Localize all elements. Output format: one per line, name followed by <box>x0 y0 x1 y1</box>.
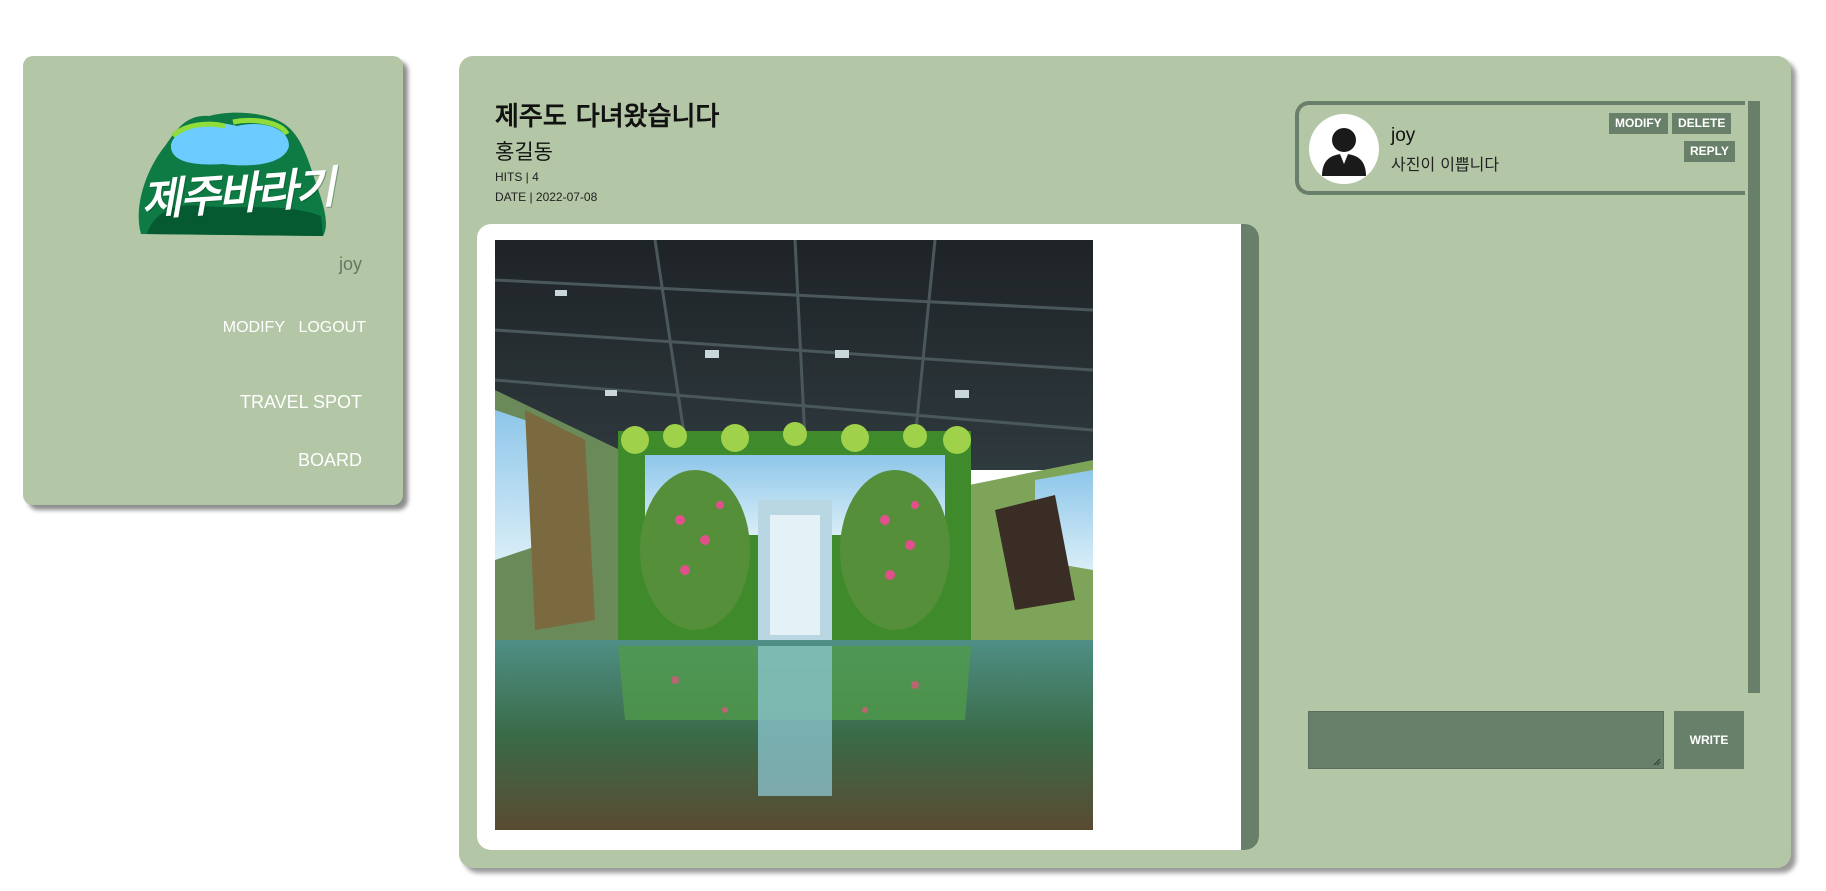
resize-grip-icon[interactable] <box>1653 758 1661 766</box>
post-content <box>477 224 1259 850</box>
current-username: joy <box>338 254 362 274</box>
post-hits: HITS | 4 <box>495 170 539 184</box>
post-photo <box>495 240 1093 830</box>
write-comment-button[interactable]: WRITE <box>1674 711 1744 769</box>
comment-reply-button[interactable]: REPLY <box>1684 141 1735 162</box>
post-title: 제주도 다녀왔습니다 <box>495 102 720 132</box>
comment-delete-button[interactable]: DELETE <box>1672 113 1732 134</box>
post-detail-panel: 제주도 다녀왔습니다 홍길동 HITS | 4 DATE | 2022-07-0… <box>459 56 1791 868</box>
logo-text: 제주바라기 <box>139 162 336 227</box>
sidebar: 제주바라기 joy MODIFY LOGOUT TRAVEL SPOT BOAR… <box>23 56 403 505</box>
comment-item: joy 사진이 이쁩니다 MODIFY DELETE REPLY <box>1295 101 1745 195</box>
comment-text: 사진이 이쁩니다 <box>1391 155 1500 174</box>
comment-textarea[interactable] <box>1308 711 1664 769</box>
site-logo[interactable]: 제주바라기 <box>113 106 343 246</box>
post-author: 홍길동 <box>495 140 553 164</box>
logout-link[interactable]: LOGOUT <box>298 319 366 337</box>
user-avatar-icon <box>1309 114 1379 184</box>
comment-list: joy 사진이 이쁩니다 MODIFY DELETE REPLY <box>1295 101 1760 693</box>
comment-modify-button[interactable]: MODIFY <box>1609 113 1668 134</box>
modify-profile-link[interactable]: MODIFY <box>223 319 285 337</box>
comments-scrollbar[interactable] <box>1748 101 1760 693</box>
post-date: DATE | 2022-07-08 <box>495 190 598 204</box>
nav-board[interactable]: BOARD <box>298 450 362 471</box>
comment-author: joy <box>1391 125 1416 146</box>
content-scrollbar[interactable] <box>1241 224 1259 850</box>
nav-travel-spot[interactable]: TRAVEL SPOT <box>240 392 362 413</box>
